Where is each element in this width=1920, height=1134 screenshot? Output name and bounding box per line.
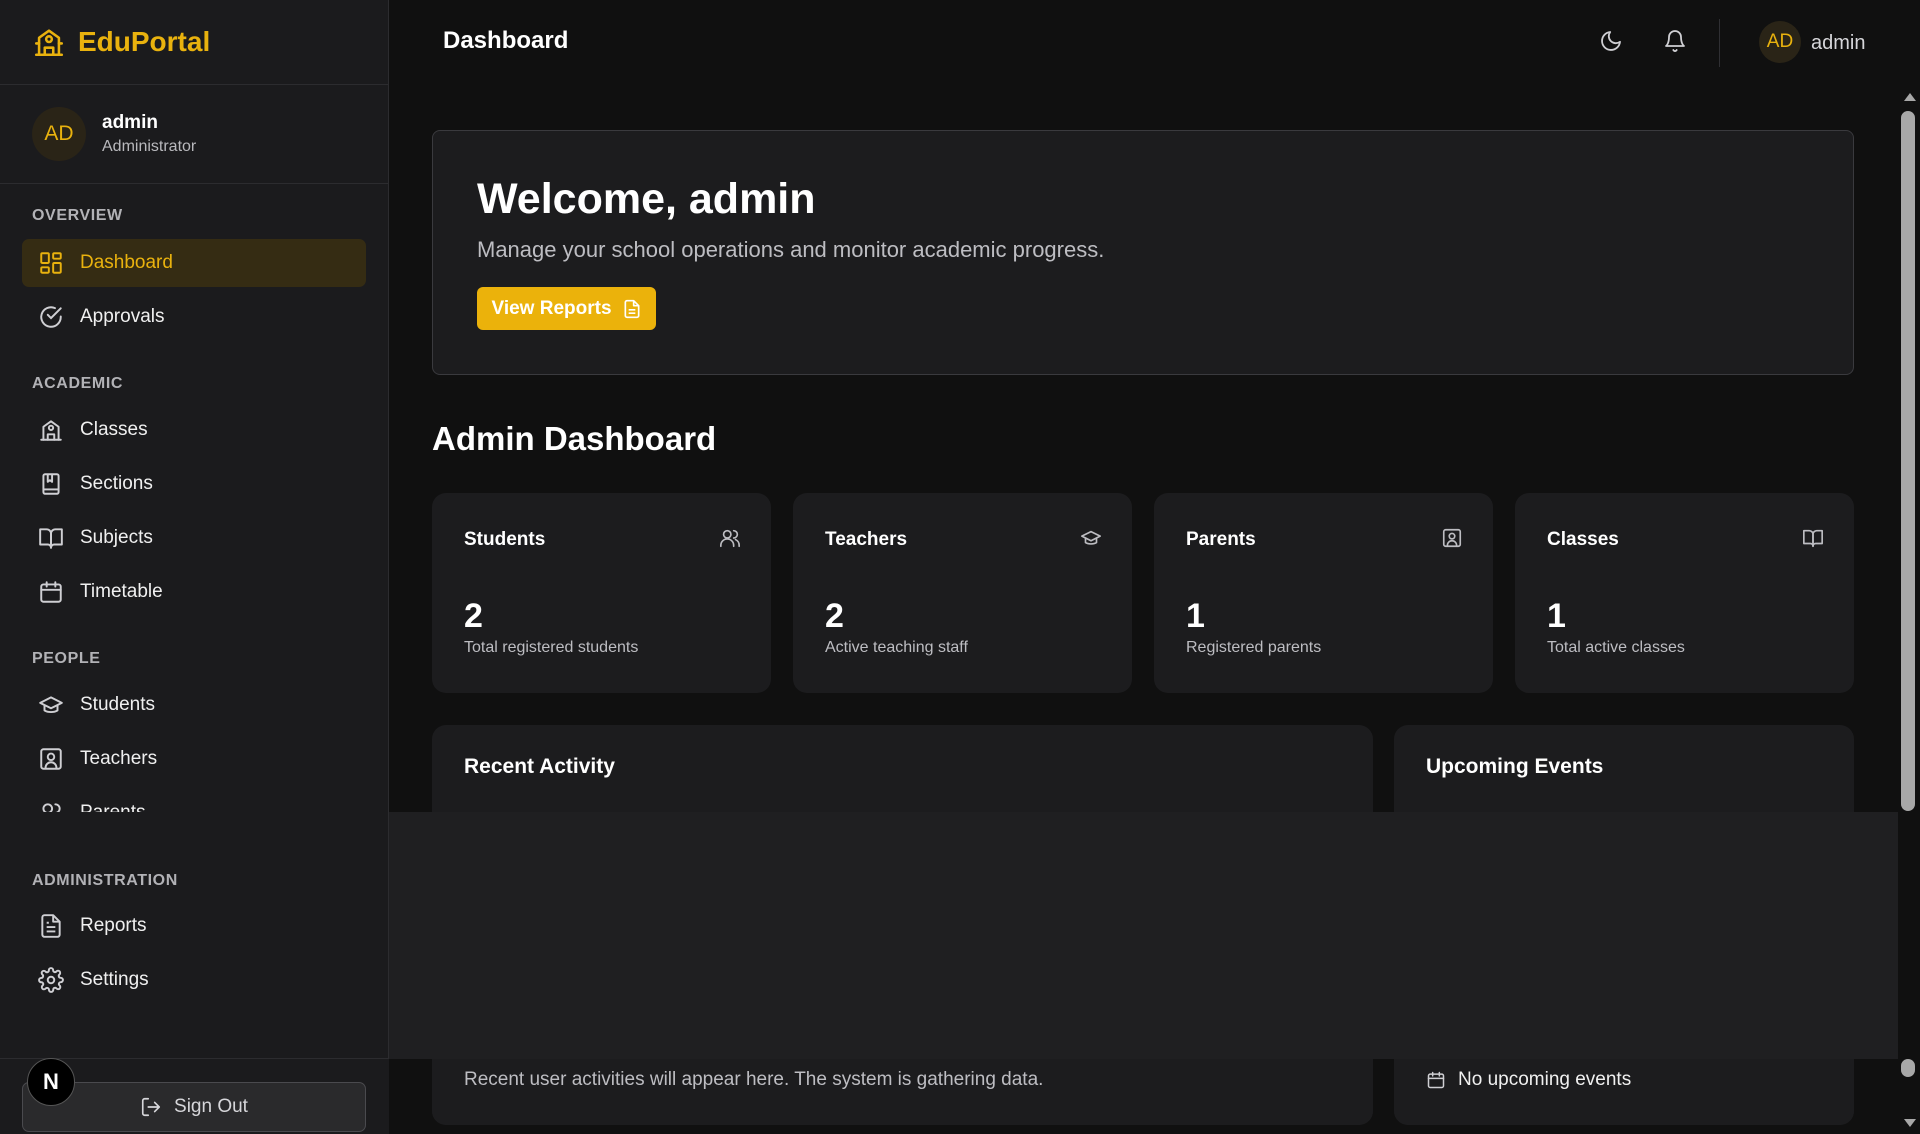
upcoming-events-body: No upcoming events — [1394, 1059, 1854, 1125]
scrollbar-thumb[interactable] — [1901, 111, 1915, 811]
recent-activity-body: Recent user activities will appear here.… — [432, 1059, 1373, 1125]
sign-out-icon — [140, 1096, 162, 1118]
no-events-text: No upcoming events — [1458, 1069, 1632, 1090]
open-book-icon — [1802, 527, 1824, 549]
stat-label: Teachers — [825, 529, 908, 550]
stat-card-classes[interactable]: Classes 1 Total active classes — [1515, 493, 1854, 693]
sidebar-item-label: Reports — [80, 915, 147, 936]
document-icon — [622, 299, 642, 319]
brand[interactable]: EduPortal — [0, 0, 388, 85]
header-divider — [1719, 19, 1720, 67]
stat-label: Students — [464, 529, 546, 550]
graduation-cap-icon — [1080, 527, 1102, 549]
bell-icon[interactable] — [1663, 29, 1689, 55]
recent-activity-title: Recent Activity — [464, 755, 615, 778]
stat-description: Registered parents — [1186, 639, 1322, 656]
scrollbar-thumb-lower[interactable] — [1901, 1059, 1915, 1077]
user-name: admin — [102, 112, 158, 133]
calendar-icon — [38, 579, 64, 605]
sidebar-item-label: Classes — [80, 419, 148, 440]
gear-icon — [38, 967, 64, 993]
sidebar-item-sections[interactable]: Sections — [22, 460, 366, 508]
school-building-icon — [38, 417, 64, 443]
welcome-title: Welcome, admin — [477, 175, 816, 223]
sidebar-item-label: Teachers — [80, 748, 158, 769]
stat-description: Total active classes — [1547, 639, 1685, 656]
id-badge-icon — [38, 746, 64, 772]
sidebar-item-settings[interactable]: Settings — [22, 956, 366, 1004]
check-circle-icon — [38, 304, 64, 330]
page-title: Dashboard — [443, 27, 569, 54]
welcome-card: Welcome, admin Manage your school operat… — [432, 130, 1854, 375]
stat-description: Total registered students — [464, 639, 639, 656]
header-avatar[interactable]: AD — [1759, 21, 1801, 63]
sidebar-item-label: Dashboard — [80, 252, 173, 273]
stat-value: 1 — [1186, 597, 1205, 635]
avatar: AD — [32, 107, 86, 161]
calendar-icon — [1426, 1070, 1446, 1090]
sidebar-item-label: Sections — [80, 473, 153, 494]
stat-label: Parents — [1186, 529, 1256, 550]
scroll-up-arrow[interactable] — [1903, 92, 1917, 102]
sidebar-item-label: Timetable — [80, 581, 163, 602]
nav-section-people: PEOPLE — [32, 650, 101, 667]
stat-card-parents[interactable]: Parents 1 Registered parents — [1154, 493, 1493, 693]
stat-value: 1 — [1547, 597, 1566, 635]
sidebar-item-reports[interactable]: Reports — [22, 902, 366, 950]
upcoming-events-title: Upcoming Events — [1426, 755, 1604, 778]
sidebar-item-label: Approvals — [80, 306, 165, 327]
sidebar-item-subjects[interactable]: Subjects — [22, 514, 366, 562]
moon-icon[interactable] — [1599, 29, 1625, 55]
sidebar-item-label: Students — [80, 694, 155, 715]
user-profile: AD admin Administrator — [0, 85, 388, 184]
content-placeholder-band — [389, 812, 1920, 1059]
view-reports-label: View Reports — [491, 297, 612, 319]
welcome-subtitle: Manage your school operations and monito… — [477, 237, 1105, 262]
recent-activity-text: Recent user activities will appear here.… — [464, 1069, 1044, 1090]
document-icon — [38, 913, 64, 939]
sign-out-label: Sign Out — [174, 1096, 248, 1117]
users-icon — [719, 527, 741, 549]
sidebar-item-dashboard[interactable]: Dashboard — [22, 239, 366, 287]
stat-card-students[interactable]: Students 2 Total registered students — [432, 493, 771, 693]
sidebar-item-label: Settings — [80, 969, 149, 990]
nav-section-academic: ACADEMIC — [32, 375, 124, 392]
view-reports-button[interactable]: View Reports — [477, 287, 656, 330]
header-user-name[interactable]: admin — [1811, 32, 1865, 55]
open-book-icon — [38, 525, 64, 551]
user-role: Administrator — [102, 138, 197, 155]
stat-card-teachers[interactable]: Teachers 2 Active teaching staff — [793, 493, 1132, 693]
sidebar-item-classes[interactable]: Classes — [22, 406, 366, 454]
stat-value: 2 — [825, 597, 844, 635]
stat-value: 2 — [464, 597, 483, 635]
dashboard-heading: Admin Dashboard — [432, 420, 717, 457]
sidebar: EduPortal AD admin Administrator OVERVIE… — [0, 0, 389, 824]
graduation-cap-icon — [38, 692, 64, 718]
sidebar-item-label: Subjects — [80, 527, 153, 548]
app-name: EduPortal — [78, 26, 211, 57]
sidebar-item-approvals[interactable]: Approvals — [22, 293, 366, 341]
stat-description: Active teaching staff — [825, 639, 968, 656]
sidebar-item-timetable[interactable]: Timetable — [22, 568, 366, 616]
bookmark-book-icon — [38, 471, 64, 497]
scroll-down-arrow[interactable] — [1903, 1118, 1917, 1128]
sidebar-item-students[interactable]: Students — [22, 681, 366, 729]
nav-section-overview: OVERVIEW — [32, 207, 123, 224]
stat-label: Classes — [1547, 529, 1619, 550]
dev-tools-badge[interactable]: N — [27, 1058, 75, 1106]
id-badge-icon — [1441, 527, 1463, 549]
nav-section-administration: ADMINISTRATION — [32, 872, 178, 889]
no-events-message: No upcoming events — [1426, 1069, 1631, 1091]
dashboard-grid-icon — [38, 250, 64, 276]
school-building-icon — [32, 25, 66, 59]
sidebar-item-teachers[interactable]: Teachers — [22, 735, 366, 783]
top-header: Dashboard AD admin — [389, 0, 1920, 85]
